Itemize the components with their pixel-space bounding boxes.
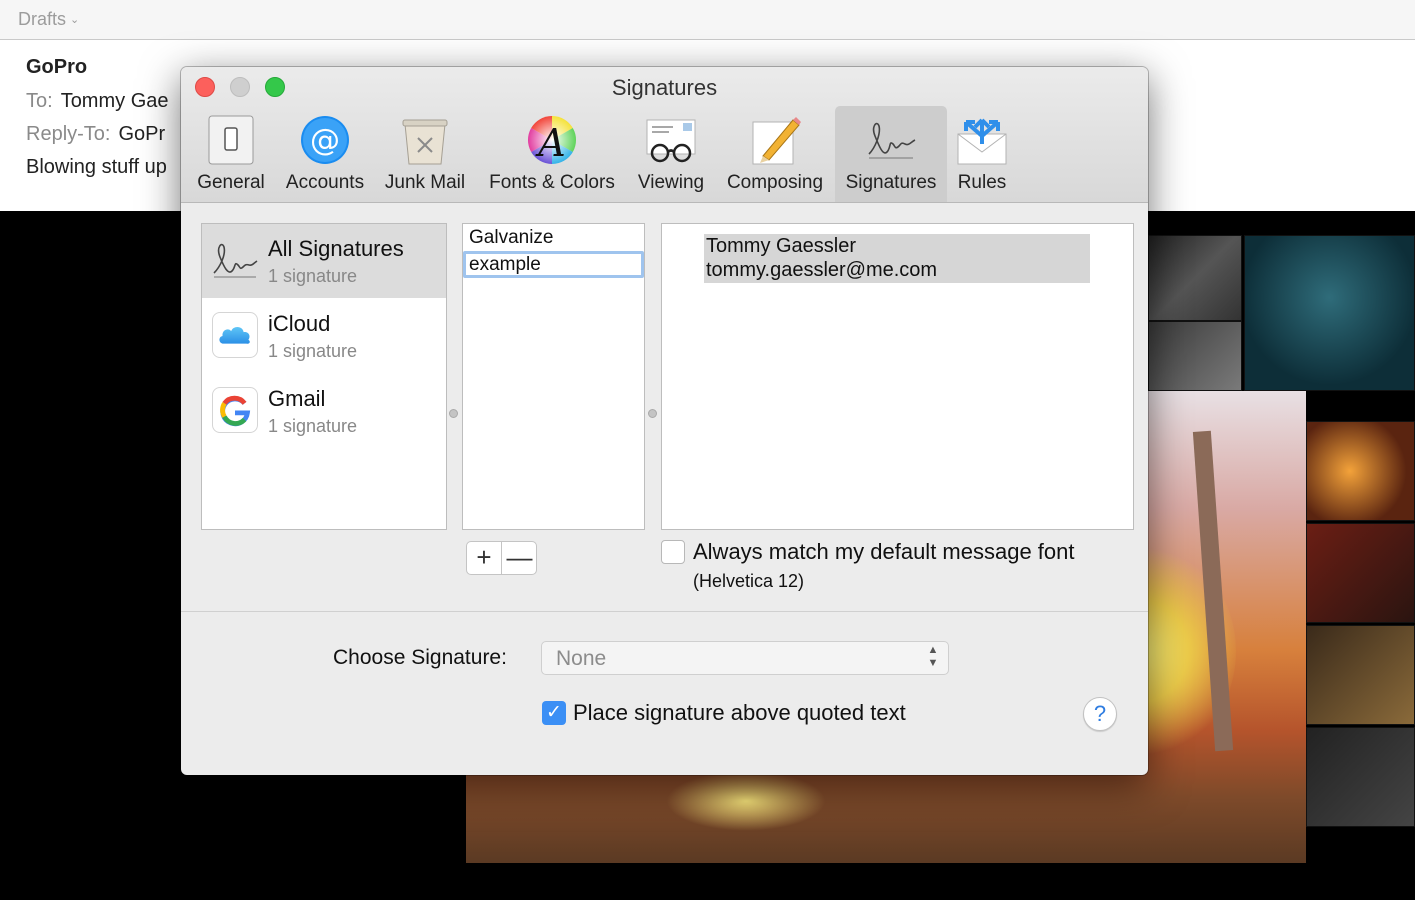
reply-to-field[interactable]: Reply-To: GoPr: [26, 123, 165, 146]
list-item-all-signatures[interactable]: All Signatures 1 signature: [202, 224, 446, 298]
from-field: GoPro: [26, 56, 88, 78]
tab-viewing[interactable]: Viewing: [631, 106, 711, 202]
mail-toolbar: Drafts ⌄: [0, 0, 1415, 40]
signature-name-input[interactable]: example: [463, 251, 644, 278]
rules-envelope-icon: [957, 118, 1007, 165]
google-icon: [212, 387, 258, 433]
photo-thumbnail: [1306, 421, 1415, 521]
match-font-label[interactable]: Always match my default message font: [693, 539, 1075, 565]
subject-field[interactable]: Blowing stuff up: [26, 156, 167, 179]
list-item-gmail[interactable]: Gmail 1 signature: [202, 374, 446, 448]
tab-composing[interactable]: Composing: [721, 106, 829, 202]
at-sign-icon: @: [301, 116, 349, 164]
add-signature-button[interactable]: +: [467, 542, 502, 574]
signature-list: Galvanize example: [462, 223, 645, 530]
account-signature-count: 1 signature: [268, 341, 358, 361]
sun-glow: [666, 771, 826, 831]
tab-rules-label: Rules: [957, 172, 1007, 193]
window-toolbar: Signatures General @ Accounts Junk Mail …: [181, 67, 1148, 203]
to-label: To:: [26, 90, 53, 112]
remove-signature-button[interactable]: —: [502, 542, 537, 574]
tab-viewing-label: Viewing: [637, 172, 705, 193]
choose-signature-select[interactable]: None ▲ ▼: [541, 641, 949, 675]
to-value: Tommy Gae: [60, 90, 169, 112]
divider: [181, 611, 1148, 612]
signature-email: tommy.gaessler@me.com: [706, 259, 938, 281]
mailbox-label: Drafts: [18, 9, 67, 29]
tab-rules[interactable]: Rules: [951, 106, 1013, 202]
signatures-preferences-window: Signatures General @ Accounts Junk Mail …: [181, 67, 1148, 775]
account-signature-count: 1 signature: [268, 266, 358, 286]
signature-icon: [213, 243, 258, 278]
account-signature-count: 1 signature: [268, 416, 358, 436]
tab-accounts-label: Accounts: [285, 172, 365, 193]
photo-thumbnail: [1148, 235, 1242, 321]
tab-composing-label: Composing: [726, 172, 824, 193]
mailbox-selector[interactable]: Drafts ⌄: [18, 9, 79, 30]
account-name: Gmail: [268, 386, 326, 411]
signature-text[interactable]: Tommy Gaessler tommy.gaessler@me.com: [704, 234, 1090, 283]
default-font-detail: (Helvetica 12): [693, 571, 805, 591]
reply-to-value: GoPr: [118, 123, 166, 145]
photo-thumbnail: [1306, 625, 1415, 725]
tab-general-label: General: [197, 172, 265, 193]
svg-text:@: @: [310, 123, 340, 158]
accounts-list: All Signatures 1 signature iCloud 1 sign…: [201, 223, 447, 530]
tab-signatures-label: Signatures: [845, 172, 937, 193]
pencil-paper-icon: [752, 117, 801, 165]
signature-name: Tommy Gaessler: [706, 235, 857, 257]
svg-text:A: A: [535, 121, 565, 165]
photo-thumbnail: [1244, 235, 1415, 391]
tab-junk-mail-label: Junk Mail: [384, 172, 466, 193]
signature-editor[interactable]: Tommy Gaessler tommy.gaessler@me.com: [661, 223, 1134, 530]
place-above-quoted-checkbox[interactable]: ✓: [542, 701, 566, 725]
signature-icon: [868, 122, 916, 159]
to-field[interactable]: To: Tommy Gae: [26, 90, 169, 113]
account-name: iCloud: [268, 311, 331, 336]
up-down-chevron-icon: ▲ ▼: [927, 644, 939, 669]
glasses-letter-icon: [646, 119, 696, 163]
photo-thumbnail: [1148, 321, 1242, 391]
window-title: Signatures: [611, 75, 718, 100]
icloud-icon: [212, 312, 258, 358]
tab-accounts[interactable]: @ Accounts: [279, 106, 371, 202]
font-color-wheel-icon: A: [527, 115, 577, 165]
tab-fonts-colors[interactable]: A Fonts & Colors: [481, 106, 623, 202]
list-item-icloud[interactable]: iCloud 1 signature: [202, 299, 446, 373]
photo-thumbnail: [1306, 727, 1415, 827]
pane-splitter-handle[interactable]: [449, 409, 458, 418]
reply-to-label: Reply-To:: [26, 123, 111, 145]
account-name: All Signatures: [268, 236, 404, 261]
tab-general[interactable]: General: [193, 106, 269, 202]
tab-fonts-colors-label: Fonts & Colors: [489, 172, 615, 193]
switch-icon: [208, 115, 254, 165]
place-above-quoted-label[interactable]: Place signature above quoted text: [573, 700, 906, 726]
match-font-checkbox[interactable]: [661, 540, 685, 564]
pane-splitter-handle[interactable]: [648, 409, 657, 418]
tab-junk-mail[interactable]: Junk Mail: [379, 106, 471, 202]
chevron-down-icon: ⌄: [70, 14, 80, 26]
trash-icon: [402, 119, 448, 165]
checkmark-icon: ✓: [546, 702, 562, 723]
choose-signature-value: None: [556, 647, 607, 670]
photo-thumbnail: [1306, 523, 1415, 623]
choose-signature-label: Choose Signature:: [333, 646, 507, 669]
add-remove-segmented-control: + —: [466, 541, 537, 575]
tab-signatures[interactable]: Signatures: [835, 106, 947, 202]
help-button[interactable]: ?: [1083, 697, 1117, 731]
signature-item-galvanize[interactable]: Galvanize: [463, 224, 644, 251]
